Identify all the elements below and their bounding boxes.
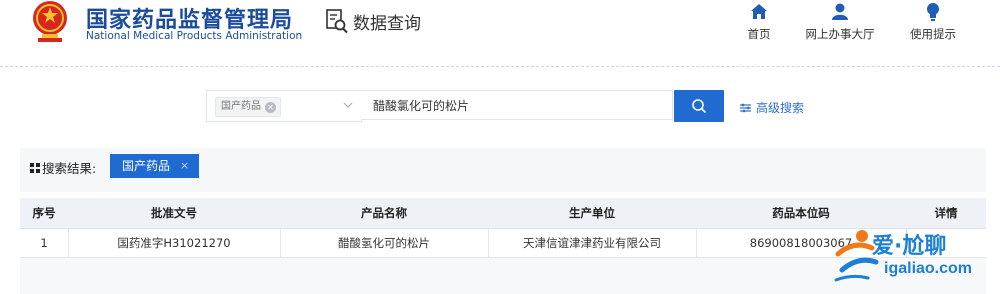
watermark: 爱·尬聊 igaliao.com [832, 226, 992, 288]
section-title: 数据查询 [353, 13, 421, 34]
category-tag-label: 国产药品 [221, 101, 261, 112]
table-cell: 天津信谊津津药业有限公司 [523, 236, 661, 250]
advanced-search-label: 高级搜索 [756, 101, 805, 115]
search-icon [692, 99, 707, 114]
lightbulb-icon [927, 3, 939, 21]
user-icon [832, 3, 848, 20]
nav-usage-tips-label: 使用提示 [910, 27, 956, 41]
header-divider [0, 66, 1000, 67]
chevron-down-icon[interactable] [343, 100, 353, 110]
watermark-text: 爱·尬聊 [872, 234, 947, 259]
divider [280, 229, 281, 257]
results-panel: 搜索结果: 国产药品 × [20, 148, 986, 192]
nav-home[interactable]: 首页 [744, 0, 774, 42]
results-tag-label: 国产药品 [122, 159, 171, 173]
watermark-url: igaliao.com [884, 260, 973, 277]
table-header: 序号 批准文号 产品名称 生产单位 药品本位码 详情 [20, 198, 986, 229]
table-cell: 醋酸氢化可的松片 [338, 236, 430, 250]
nav-usage-tips[interactable]: 使用提示 [906, 0, 960, 42]
column-header: 批准文号 [151, 206, 197, 220]
column-header: 生产单位 [569, 206, 615, 220]
filter-icon [740, 103, 751, 112]
column-header: 产品名称 [361, 206, 407, 220]
results-label-text: 搜索结果: [42, 161, 97, 176]
search-bar: 国产药品 ✕ 醋酸氯化可的松片 [206, 90, 724, 122]
nav-online-hall[interactable]: 网上办事大厅 [802, 0, 878, 42]
home-icon [751, 4, 767, 19]
column-header: 详情 [934, 206, 958, 220]
column-header: 序号 [32, 206, 56, 220]
divider [696, 229, 697, 257]
search-button[interactable] [674, 90, 724, 122]
results-filter-tag[interactable]: 国产药品 × [110, 154, 200, 178]
advanced-search-link[interactable]: 高级搜索 [740, 99, 804, 116]
close-icon[interactable]: × [180, 154, 189, 178]
search-input[interactable]: 醋酸氯化可的松片 [361, 90, 673, 120]
site-header: 国家药品监督管理局 National Medical Products Admi… [0, 0, 1000, 66]
grid-icon [30, 162, 40, 173]
category-tag[interactable]: 国产药品 ✕ [215, 97, 281, 117]
divider [68, 229, 69, 257]
national-emblem-icon [33, 1, 67, 42]
category-select[interactable]: 国产药品 ✕ [206, 90, 362, 122]
nav-home-label: 首页 [747, 27, 771, 41]
divider [488, 229, 489, 257]
site-subtitle: National Medical Products Administration [86, 30, 303, 42]
document-search-icon [326, 9, 348, 34]
column-header: 药品本位码 [772, 206, 830, 220]
close-icon[interactable]: ✕ [265, 101, 276, 113]
table-cell: 1 [40, 236, 48, 250]
results-label: 搜索结果: [30, 158, 96, 177]
table-cell: 国药准字H31021270 [117, 236, 231, 250]
section-heading: 数据查询 [325, 8, 421, 34]
nav-online-hall-label: 网上办事大厅 [805, 27, 875, 41]
